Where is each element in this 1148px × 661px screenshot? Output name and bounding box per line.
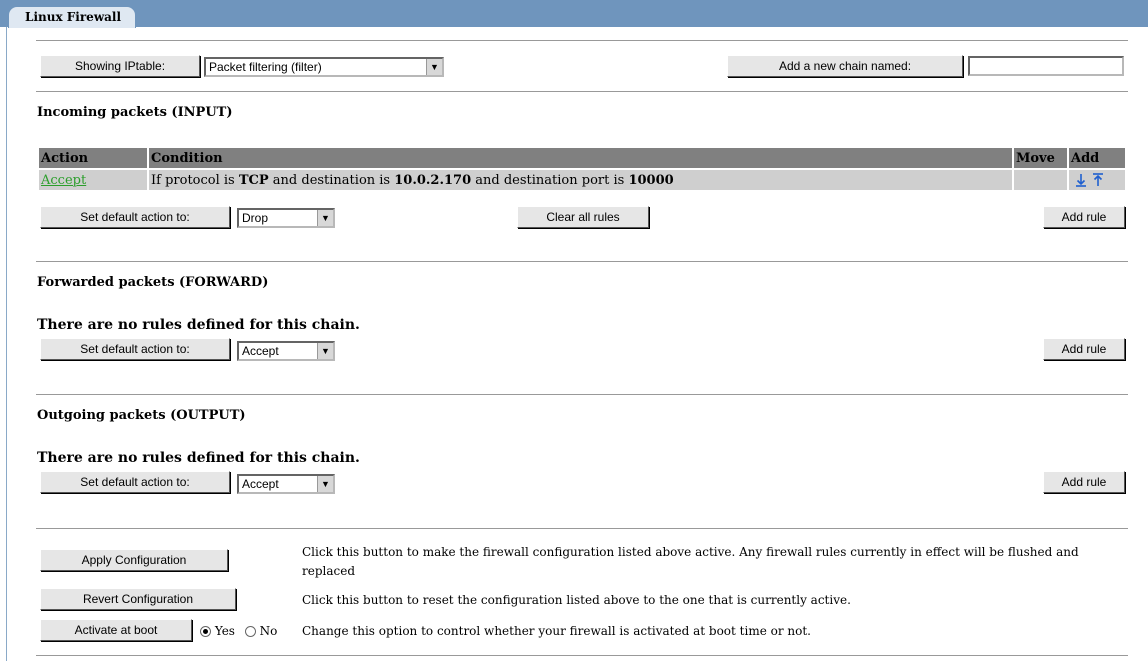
- tab-linux-firewall[interactable]: Linux Firewall: [8, 6, 137, 28]
- output-default-select[interactable]: Accept ▼: [237, 474, 335, 494]
- output-no-rules-text: There are no rules defined for this chai…: [37, 450, 360, 466]
- apply-configuration-button[interactable]: Apply Configuration: [40, 549, 228, 571]
- revert-configuration-button[interactable]: Revert Configuration: [40, 588, 236, 610]
- forward-chain-heading: Forwarded packets (FORWARD): [37, 275, 269, 290]
- add-above-icon[interactable]: [1093, 173, 1103, 186]
- forward-add-rule-button[interactable]: Add rule: [1043, 338, 1125, 360]
- forward-no-rules-text: There are no rules defined for this chai…: [37, 317, 360, 333]
- input-rules-table: Action Condition Move Add Accept If prot…: [37, 146, 1127, 192]
- iptable-select[interactable]: Packet filtering (filter) ▼: [204, 57, 444, 77]
- revert-configuration-description: Click this button to reset the configura…: [302, 593, 851, 607]
- divider: [36, 394, 1128, 395]
- showing-iptable-button[interactable]: Showing IPtable:: [40, 55, 200, 77]
- forward-default-select[interactable]: Accept ▼: [237, 341, 335, 361]
- table-row: Accept If protocol is TCP and destinatio…: [39, 170, 1125, 190]
- chevron-down-icon: ▼: [426, 59, 442, 75]
- output-chain-heading: Outgoing packets (OUTPUT): [37, 408, 246, 423]
- table-header-row: Action Condition Move Add: [39, 148, 1125, 168]
- divider: [36, 91, 1128, 92]
- input-default-select[interactable]: Drop ▼: [237, 208, 335, 228]
- rule-condition-cell: If protocol is TCP and destination is 10…: [149, 170, 1012, 190]
- rule-action-link[interactable]: Accept: [41, 173, 86, 188]
- column-header-move: Move: [1014, 148, 1067, 168]
- apply-configuration-description: Click this button to make the firewall c…: [302, 545, 1079, 578]
- forward-default-value: Accept: [242, 344, 279, 358]
- chevron-down-icon: ▼: [317, 476, 333, 492]
- rule-action-cell: Accept: [39, 170, 147, 190]
- input-add-rule-button[interactable]: Add rule: [1043, 206, 1125, 228]
- input-chain-heading: Incoming packets (INPUT): [37, 105, 233, 120]
- activate-at-boot-button[interactable]: Activate at boot: [40, 619, 192, 641]
- column-header-condition: Condition: [149, 148, 1012, 168]
- clear-all-rules-button[interactable]: Clear all rules: [517, 206, 649, 228]
- add-chain-button[interactable]: Add a new chain named:: [727, 55, 963, 77]
- output-add-rule-button[interactable]: Add rule: [1043, 471, 1125, 493]
- divider: [36, 40, 1128, 41]
- divider: [36, 261, 1128, 262]
- chevron-down-icon: ▼: [317, 343, 333, 359]
- boot-yes-radio[interactable]: [200, 626, 211, 637]
- output-default-value: Accept: [242, 477, 279, 491]
- tab-bar: Linux Firewall: [0, 0, 1148, 28]
- rule-add-cell: [1069, 170, 1125, 190]
- boot-yes-label: Yes: [214, 624, 235, 638]
- boot-no-label: No: [259, 624, 278, 638]
- boot-radio-group: Yes No: [200, 622, 277, 641]
- divider: [36, 528, 1128, 529]
- column-header-add: Add: [1069, 148, 1125, 168]
- add-below-icon[interactable]: [1076, 174, 1086, 187]
- column-header-action: Action: [39, 148, 147, 168]
- output-set-default-button[interactable]: Set default action to:: [40, 471, 230, 493]
- iptable-select-value: Packet filtering (filter): [209, 60, 322, 74]
- left-border-line: [6, 0, 7, 661]
- input-set-default-button[interactable]: Set default action to:: [40, 206, 230, 228]
- activate-at-boot-description: Change this option to control whether yo…: [302, 624, 811, 638]
- divider: [36, 655, 1128, 656]
- input-default-value: Drop: [242, 211, 269, 225]
- forward-set-default-button[interactable]: Set default action to:: [40, 338, 230, 360]
- rule-move-cell: [1014, 170, 1067, 190]
- boot-no-radio[interactable]: [244, 626, 256, 637]
- chain-name-input[interactable]: [968, 56, 1124, 76]
- chevron-down-icon: ▼: [317, 210, 333, 226]
